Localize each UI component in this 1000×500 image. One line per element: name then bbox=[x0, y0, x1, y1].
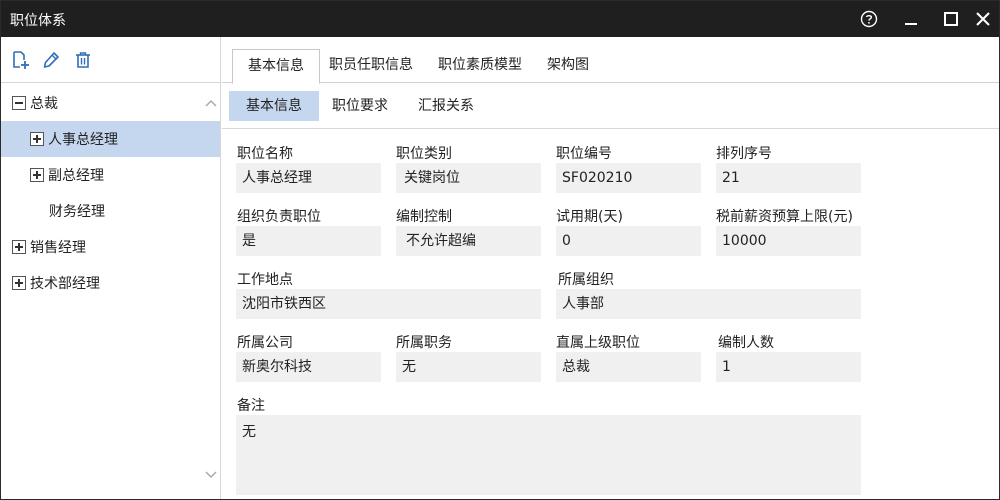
expand-icon[interactable] bbox=[12, 276, 26, 290]
tab-bar: 基本信息 职员任职信息 职位素质模型 架构图 bbox=[222, 37, 999, 84]
tree-item-selected[interactable]: 人事总经理 bbox=[1, 121, 220, 157]
tree-item-label: 销售经理 bbox=[30, 240, 86, 256]
headcount-field[interactable]: 1 bbox=[716, 352, 861, 382]
probation-field[interactable]: 0 bbox=[556, 226, 701, 256]
edit-icon bbox=[43, 52, 59, 68]
sort-order-field[interactable]: 21 bbox=[716, 163, 861, 193]
remarks-field[interactable]: 无 bbox=[236, 415, 861, 495]
work-location-field[interactable]: 沈阳市铁西区 bbox=[236, 289, 541, 319]
tree-item[interactable]: 技术部经理 bbox=[1, 265, 220, 301]
org-head-field[interactable]: 是 bbox=[236, 226, 381, 256]
position-name-label: 职位名称 bbox=[237, 146, 293, 162]
expand-icon[interactable] bbox=[30, 168, 44, 182]
organization-field[interactable]: 人事部 bbox=[556, 289, 861, 319]
tree-item[interactable]: 总裁 bbox=[1, 85, 220, 121]
delete-icon bbox=[76, 52, 90, 68]
position-code-field[interactable]: SF020210 bbox=[556, 163, 701, 193]
position-name-field[interactable]: 人事总经理 bbox=[236, 163, 381, 193]
collapse-icon[interactable] bbox=[12, 96, 26, 110]
minimize-button[interactable] bbox=[891, 1, 931, 37]
close-button[interactable] bbox=[963, 1, 1000, 37]
salary-cap-label: 税前薪资预算上限(元) bbox=[716, 209, 853, 225]
tab-basic-info[interactable]: 基本信息 bbox=[232, 49, 320, 84]
organization-label: 所属组织 bbox=[558, 272, 614, 288]
tree-item-label: 财务经理 bbox=[49, 204, 105, 220]
basic-info-form: 职位名称 人事总经理 职位类别 关键岗位 职位编号 SF020210 排列序号 … bbox=[222, 129, 999, 499]
titlebar: 职位体系 bbox=[1, 1, 999, 37]
tab-staff-assignment[interactable]: 职员任职信息 bbox=[326, 49, 416, 83]
subtab-basic-info[interactable]: 基本信息 bbox=[229, 91, 319, 121]
sidebar-toolbar bbox=[1, 37, 220, 83]
org-head-label: 组织负责职位 bbox=[237, 209, 321, 225]
position-code-label: 职位编号 bbox=[556, 146, 612, 162]
sidebar: 总裁 人事总经理 副总经理 财务经理 销售经理 技术部经理 bbox=[1, 37, 221, 499]
work-location-label: 工作地点 bbox=[237, 272, 293, 288]
tree-item[interactable]: 销售经理 bbox=[1, 229, 220, 265]
tree-item-label: 总裁 bbox=[30, 96, 58, 112]
expand-icon[interactable] bbox=[30, 132, 44, 146]
duty-label: 所属职务 bbox=[396, 335, 452, 351]
edit-button[interactable] bbox=[41, 50, 61, 70]
subtab-reporting[interactable]: 汇报关系 bbox=[408, 91, 484, 121]
help-icon bbox=[860, 10, 878, 28]
minimize-icon bbox=[905, 23, 917, 25]
staffing-control-field[interactable]: 不允许超编 bbox=[396, 226, 541, 256]
probation-label: 试用期(天) bbox=[556, 209, 623, 225]
subtab-requirements[interactable]: 职位要求 bbox=[322, 91, 398, 121]
chevron-up-icon bbox=[205, 99, 217, 107]
sort-order-label: 排列序号 bbox=[716, 146, 772, 162]
position-type-label: 职位类别 bbox=[396, 146, 452, 162]
headcount-label: 编制人数 bbox=[718, 335, 774, 351]
position-tree: 总裁 人事总经理 副总经理 财务经理 销售经理 技术部经理 bbox=[1, 85, 220, 499]
superior-field[interactable]: 总裁 bbox=[556, 352, 701, 382]
tree-item-label: 技术部经理 bbox=[30, 276, 100, 292]
chevron-down-icon bbox=[205, 471, 217, 479]
tree-item-label: 人事总经理 bbox=[48, 132, 118, 148]
add-icon bbox=[13, 51, 29, 69]
maximize-icon bbox=[944, 12, 958, 26]
window-title: 职位体系 bbox=[10, 13, 66, 29]
company-field[interactable]: 新奥尔科技 bbox=[236, 352, 381, 382]
tab-competency-model[interactable]: 职位素质模型 bbox=[432, 49, 528, 83]
delete-button[interactable] bbox=[73, 50, 93, 70]
subtab-bar: 基本信息 职位要求 汇报关系 bbox=[222, 83, 999, 129]
tree-item-label: 副总经理 bbox=[48, 168, 104, 184]
tree-item[interactable]: 副总经理 bbox=[1, 157, 220, 193]
expand-icon[interactable] bbox=[12, 240, 26, 254]
scroll-down-button[interactable] bbox=[204, 469, 218, 481]
staffing-control-label: 编制控制 bbox=[396, 209, 452, 225]
salary-cap-field[interactable]: 10000 bbox=[716, 226, 861, 256]
tab-org-chart[interactable]: 架构图 bbox=[542, 49, 594, 83]
superior-label: 直属上级职位 bbox=[556, 335, 640, 351]
company-label: 所属公司 bbox=[237, 335, 293, 351]
window: 职位体系 总裁 人事总经理 副总经理 财务经理 销售经理 技术部经理 基本信息 … bbox=[0, 0, 1000, 500]
remarks-label: 备注 bbox=[237, 398, 265, 414]
scroll-up-button[interactable] bbox=[204, 97, 218, 109]
help-button[interactable] bbox=[849, 1, 889, 37]
add-button[interactable] bbox=[10, 50, 30, 70]
tree-item[interactable]: 财务经理 bbox=[1, 193, 220, 229]
main-panel: 基本信息 职员任职信息 职位素质模型 架构图 基本信息 职位要求 汇报关系 职位… bbox=[222, 37, 999, 499]
close-icon bbox=[976, 12, 990, 26]
duty-field[interactable]: 无 bbox=[396, 352, 541, 382]
position-type-field[interactable]: 关键岗位 bbox=[396, 163, 541, 193]
